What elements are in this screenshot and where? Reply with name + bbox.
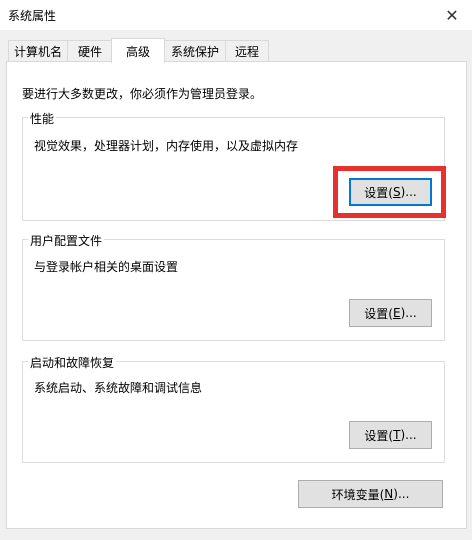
button-label-post: )... [393, 487, 410, 501]
system-properties-window: 系统属性 ✕ 计算机名 硬件 高级 系统保护 远程 要进行大多数更改，你必须作为… [0, 0, 472, 540]
environment-variables-button[interactable]: 环境变量(N)... [298, 480, 443, 508]
tab-advanced[interactable]: 高级 [111, 38, 165, 63]
button-label-pre: 环境变量( [331, 487, 385, 502]
window-title: 系统属性 [8, 9, 57, 23]
button-label-pre: 设置( [364, 428, 394, 443]
performance-group-title: 性能 [28, 110, 57, 127]
user-profiles-settings-button[interactable]: 设置(E)... [349, 299, 432, 327]
tab-system-protection[interactable]: 系统保护 [164, 40, 226, 62]
button-mnemonic: T [393, 428, 401, 442]
button-mnemonic: S [392, 185, 401, 199]
startup-recovery-settings-button[interactable]: 设置(T)... [349, 421, 432, 449]
button-label-pre: 设置( [364, 185, 393, 200]
tab-label: 远程 [234, 45, 259, 59]
button-label-post: )... [400, 185, 417, 199]
performance-description: 视觉效果，处理器计划，内存使用，以及虚拟内存 [34, 139, 299, 153]
startup-recovery-group-title: 启动和故障恢复 [28, 354, 117, 371]
tab-strip: 计算机名 硬件 高级 系统保护 远程 [6, 38, 468, 63]
performance-settings-button[interactable]: 设置(S)... [349, 178, 432, 206]
user-profiles-group-title: 用户配置文件 [28, 232, 105, 249]
tab-label: 高级 [125, 44, 150, 59]
tab-label: 系统保护 [170, 45, 219, 59]
startup-recovery-description: 系统启动、系统故障和调试信息 [34, 381, 203, 395]
button-mnemonic: E [392, 306, 401, 320]
admin-note: 要进行大多数更改，你必须作为管理员登录。 [22, 87, 263, 101]
button-label-pre: 设置( [364, 306, 393, 321]
tab-label: 硬件 [77, 45, 102, 59]
tab-remote[interactable]: 远程 [225, 40, 269, 62]
button-mnemonic: N [384, 487, 394, 501]
user-profiles-description: 与登录帐户相关的桌面设置 [34, 260, 179, 274]
title-bar[interactable]: 系统属性 ✕ [0, 0, 472, 30]
button-label-post: )... [400, 428, 417, 442]
close-icon[interactable]: ✕ [432, 0, 472, 30]
button-label-post: )... [400, 306, 417, 320]
tab-hardware[interactable]: 硬件 [67, 40, 113, 62]
tab-label: 计算机名 [13, 45, 62, 59]
tab-computer-name[interactable]: 计算机名 [8, 40, 68, 62]
